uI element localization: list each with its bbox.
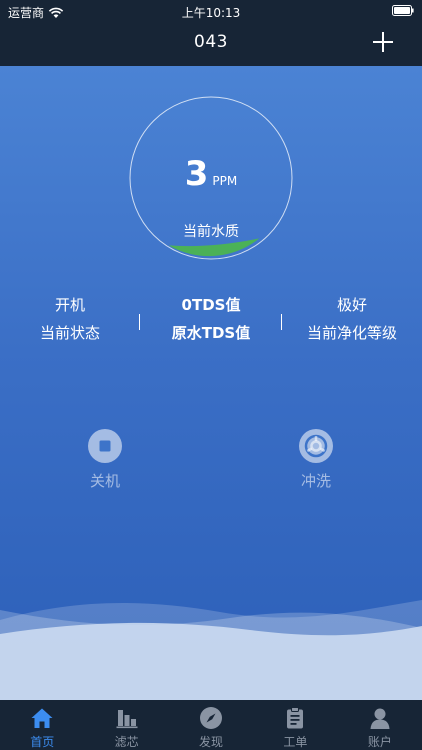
status-bar: 运营商 上午10:13 <box>0 0 422 22</box>
screen: 运营商 上午10:13 043 3 PPM 当前水质 开机 当前状态 0TDS值… <box>0 0 422 750</box>
water-quality-gauge: 3 PPM 当前水质 <box>129 96 293 260</box>
stat-purify-level: 极好 当前净化等级 <box>282 294 422 344</box>
stat-divider <box>139 314 140 330</box>
flush-button[interactable]: 冲洗 <box>276 428 356 491</box>
main-panel: 3 PPM 当前水质 开机 当前状态 0TDS值 原水TDS值 极好 当前净化等级 <box>0 66 422 700</box>
stat-raw-tds: 0TDS值 原水TDS值 <box>141 294 281 344</box>
tab-home[interactable]: 首页 <box>0 700 84 750</box>
tds-value: 3 <box>184 154 209 194</box>
stop-icon <box>88 429 122 463</box>
power-off-label: 关机 <box>89 472 120 490</box>
gauge-label: 当前水质 <box>183 224 239 240</box>
flush-icon <box>299 429 333 463</box>
tab-discover[interactable]: 发现 <box>169 700 253 750</box>
stat-purify-level-value: 极好 <box>336 296 367 314</box>
power-off-button[interactable]: 关机 <box>65 428 145 491</box>
tab-account[interactable]: 账户 <box>338 700 422 750</box>
gauge-reading: 3 PPM <box>129 154 293 194</box>
stat-raw-tds-value: 0TDS值 <box>181 296 241 314</box>
tab-bar: 首页 滤芯 发现 工单 账户 <box>0 700 422 750</box>
status-time: 上午10:13 <box>181 6 241 20</box>
tab-home-label: 首页 <box>30 735 55 749</box>
stat-status-value: 开机 <box>54 296 85 314</box>
add-device-button[interactable] <box>372 31 394 53</box>
tab-filter-label: 滤芯 <box>114 735 139 749</box>
flush-label: 冲洗 <box>300 472 331 490</box>
stat-status: 开机 当前状态 <box>0 294 140 344</box>
tab-account-label: 账户 <box>367 735 392 749</box>
compass-icon <box>200 707 223 729</box>
tab-workorder[interactable]: 工单 <box>253 700 337 750</box>
stat-status-label: 当前状态 <box>39 324 100 342</box>
user-icon <box>370 708 390 729</box>
home-icon <box>31 708 53 728</box>
top-bar: 运营商 上午10:13 043 <box>0 0 422 66</box>
tab-discover-label: 发现 <box>199 735 224 749</box>
clipboard-icon <box>287 707 304 729</box>
stats-row: 开机 当前状态 0TDS值 原水TDS值 极好 当前净化等级 <box>0 294 422 354</box>
tab-filter[interactable]: 滤芯 <box>84 700 168 750</box>
battery-icon <box>392 5 414 16</box>
stat-raw-tds-label: 原水TDS值 <box>171 324 251 342</box>
tab-workorder-label: 工单 <box>283 735 308 749</box>
wave-decoration <box>0 600 422 700</box>
page-title: 043 <box>194 32 228 52</box>
filter-chart-icon <box>116 710 138 729</box>
tds-unit: PPM <box>212 174 238 188</box>
stat-purify-level-label: 当前净化等级 <box>306 324 397 342</box>
